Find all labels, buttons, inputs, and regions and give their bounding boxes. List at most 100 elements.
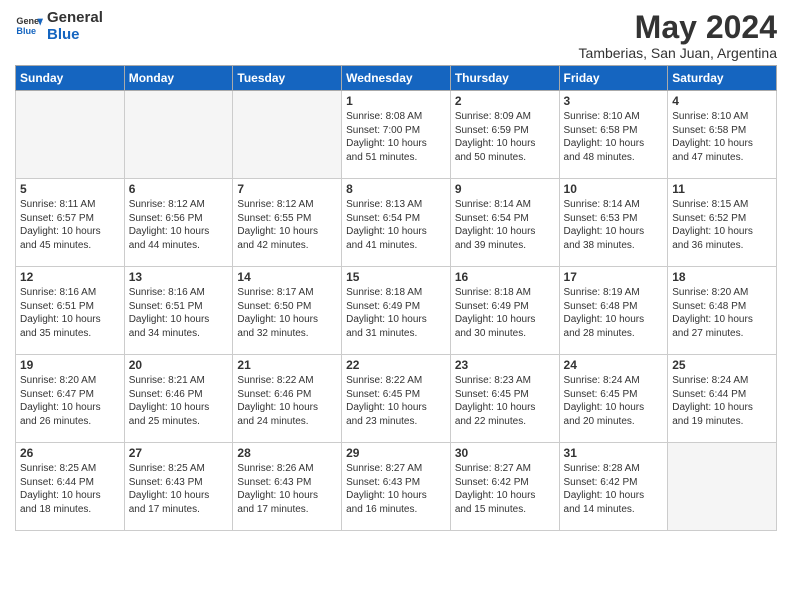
day-info: Sunrise: 8:11 AM Sunset: 6:57 PM Dayligh… [20,198,120,252]
day-info: Sunrise: 8:09 AM Sunset: 6:59 PM Dayligh… [455,110,555,164]
day-number: 22 [346,358,446,372]
day-number: 6 [129,182,229,196]
day-info: Sunrise: 8:21 AM Sunset: 6:46 PM Dayligh… [129,374,229,428]
day-cell: 8Sunrise: 8:13 AM Sunset: 6:54 PM Daylig… [342,179,451,267]
day-cell: 16 Sunrise: 8:18 AM Sunset: 6:49 PM Dayli… [450,267,559,355]
day-number: 24 [564,358,664,372]
logo-general: General [47,10,103,27]
day-info: Sunrise: 8:24 AM Sunset: 6:44 PM Dayligh… [672,374,772,428]
logo: General Blue General Blue [15,10,103,43]
day-info: Sunrise: 8:20 AM Sunset: 6:48 PM Dayligh… [672,286,772,340]
day-number: 17 [564,270,664,284]
day-info: Sunrise: 8:18 AM Sunset: 6:49 PM Dayligh… [346,286,446,340]
day-cell: 29 Sunrise: 8:27 AM Sunset: 6:43 PM Dayli… [342,443,451,531]
day-cell: 2 Sunrise: 8:09 AM Sunset: 6:59 PM Daylig… [450,91,559,179]
location: Tamberias, San Juan, Argentina [579,45,777,61]
col-header-tuesday: Tuesday [233,66,342,91]
day-cell: 3 Sunrise: 8:10 AM Sunset: 6:58 PM Daylig… [559,91,668,179]
day-info: Sunrise: 8:10 AM Sunset: 6:58 PM Dayligh… [564,110,664,164]
day-number: 23 [455,358,555,372]
day-cell: 24 Sunrise: 8:24 AM Sunset: 6:45 PM Dayli… [559,355,668,443]
day-info: Sunrise: 8:12 AM Sunset: 6:56 PM Dayligh… [129,198,229,252]
day-info: Sunrise: 8:12 AM Sunset: 6:55 PM Dayligh… [237,198,337,252]
day-number: 15 [346,270,446,284]
day-cell [668,443,777,531]
day-info: Sunrise: 8:18 AM Sunset: 6:49 PM Dayligh… [455,286,555,340]
day-cell [233,91,342,179]
day-info: Sunrise: 8:26 AM Sunset: 6:43 PM Dayligh… [237,462,337,516]
day-info: Sunrise: 8:22 AM Sunset: 6:46 PM Dayligh… [237,374,337,428]
day-cell: 9 Sunrise: 8:14 AM Sunset: 6:54 PM Daylig… [450,179,559,267]
month-title: May 2024 [579,10,777,45]
day-number: 1 [346,94,446,108]
col-header-saturday: Saturday [668,66,777,91]
col-header-wednesday: Wednesday [342,66,451,91]
week-row-1: 5Sunrise: 8:11 AM Sunset: 6:57 PM Daylig… [16,179,777,267]
day-number: 29 [346,446,446,460]
calendar-header-row: SundayMondayTuesdayWednesdayThursdayFrid… [16,66,777,91]
day-info: Sunrise: 8:14 AM Sunset: 6:54 PM Dayligh… [455,198,555,252]
day-number: 11 [672,182,772,196]
day-cell: 21 Sunrise: 8:22 AM Sunset: 6:46 PM Dayli… [233,355,342,443]
day-cell: 30Sunrise: 8:27 AM Sunset: 6:42 PM Dayli… [450,443,559,531]
day-info: Sunrise: 8:14 AM Sunset: 6:53 PM Dayligh… [564,198,664,252]
day-cell: 18 Sunrise: 8:20 AM Sunset: 6:48 PM Dayli… [668,267,777,355]
day-cell [16,91,125,179]
day-info: Sunrise: 8:24 AM Sunset: 6:45 PM Dayligh… [564,374,664,428]
day-cell: 6 Sunrise: 8:12 AM Sunset: 6:56 PM Daylig… [124,179,233,267]
day-cell: 4 Sunrise: 8:10 AM Sunset: 6:58 PM Daylig… [668,91,777,179]
day-number: 8 [346,182,446,196]
page: General Blue General Blue May 2024 Tambe… [0,0,792,612]
day-info: Sunrise: 8:28 AM Sunset: 6:42 PM Dayligh… [564,462,664,516]
day-info: Sunrise: 8:23 AM Sunset: 6:45 PM Dayligh… [455,374,555,428]
day-number: 26 [20,446,120,460]
day-cell: 22 Sunrise: 8:22 AM Sunset: 6:45 PM Dayli… [342,355,451,443]
day-info: Sunrise: 8:10 AM Sunset: 6:58 PM Dayligh… [672,110,772,164]
svg-text:Blue: Blue [16,26,36,36]
day-cell: 7 Sunrise: 8:12 AM Sunset: 6:55 PM Daylig… [233,179,342,267]
day-cell: 15 Sunrise: 8:18 AM Sunset: 6:49 PM Dayli… [342,267,451,355]
day-number: 3 [564,94,664,108]
calendar: SundayMondayTuesdayWednesdayThursdayFrid… [15,65,777,531]
day-cell: 19 Sunrise: 8:20 AM Sunset: 6:47 PM Dayli… [16,355,125,443]
day-info: Sunrise: 8:22 AM Sunset: 6:45 PM Dayligh… [346,374,446,428]
col-header-sunday: Sunday [16,66,125,91]
day-number: 13 [129,270,229,284]
day-info: Sunrise: 8:16 AM Sunset: 6:51 PM Dayligh… [20,286,120,340]
day-cell: 26 Sunrise: 8:25 AM Sunset: 6:44 PM Dayli… [16,443,125,531]
day-info: Sunrise: 8:16 AM Sunset: 6:51 PM Dayligh… [129,286,229,340]
day-cell: 10 Sunrise: 8:14 AM Sunset: 6:53 PM Dayli… [559,179,668,267]
day-cell: 25Sunrise: 8:24 AM Sunset: 6:44 PM Dayli… [668,355,777,443]
day-cell: 27 Sunrise: 8:25 AM Sunset: 6:43 PM Dayli… [124,443,233,531]
day-number: 21 [237,358,337,372]
day-number: 10 [564,182,664,196]
day-cell: 11Sunrise: 8:15 AM Sunset: 6:52 PM Dayli… [668,179,777,267]
day-number: 9 [455,182,555,196]
title-block: May 2024 Tamberias, San Juan, Argentina [579,10,777,61]
day-number: 12 [20,270,120,284]
col-header-friday: Friday [559,66,668,91]
day-cell: 23 Sunrise: 8:23 AM Sunset: 6:45 PM Dayli… [450,355,559,443]
week-row-4: 26 Sunrise: 8:25 AM Sunset: 6:44 PM Dayli… [16,443,777,531]
day-cell: 28 Sunrise: 8:26 AM Sunset: 6:43 PM Dayli… [233,443,342,531]
day-cell: 31 Sunrise: 8:28 AM Sunset: 6:42 PM Dayli… [559,443,668,531]
day-number: 28 [237,446,337,460]
day-cell: 5Sunrise: 8:11 AM Sunset: 6:57 PM Daylig… [16,179,125,267]
day-info: Sunrise: 8:25 AM Sunset: 6:43 PM Dayligh… [129,462,229,516]
day-number: 16 [455,270,555,284]
day-number: 19 [20,358,120,372]
day-info: Sunrise: 8:20 AM Sunset: 6:47 PM Dayligh… [20,374,120,428]
day-number: 27 [129,446,229,460]
logo-blue: Blue [47,27,103,44]
day-number: 31 [564,446,664,460]
day-info: Sunrise: 8:27 AM Sunset: 6:43 PM Dayligh… [346,462,446,516]
day-number: 7 [237,182,337,196]
day-cell [124,91,233,179]
day-number: 4 [672,94,772,108]
day-cell: 1Sunrise: 8:08 AM Sunset: 7:00 PM Daylig… [342,91,451,179]
day-info: Sunrise: 8:25 AM Sunset: 6:44 PM Dayligh… [20,462,120,516]
week-row-3: 19 Sunrise: 8:20 AM Sunset: 6:47 PM Dayli… [16,355,777,443]
day-number: 2 [455,94,555,108]
week-row-2: 12 Sunrise: 8:16 AM Sunset: 6:51 PM Dayli… [16,267,777,355]
day-number: 18 [672,270,772,284]
